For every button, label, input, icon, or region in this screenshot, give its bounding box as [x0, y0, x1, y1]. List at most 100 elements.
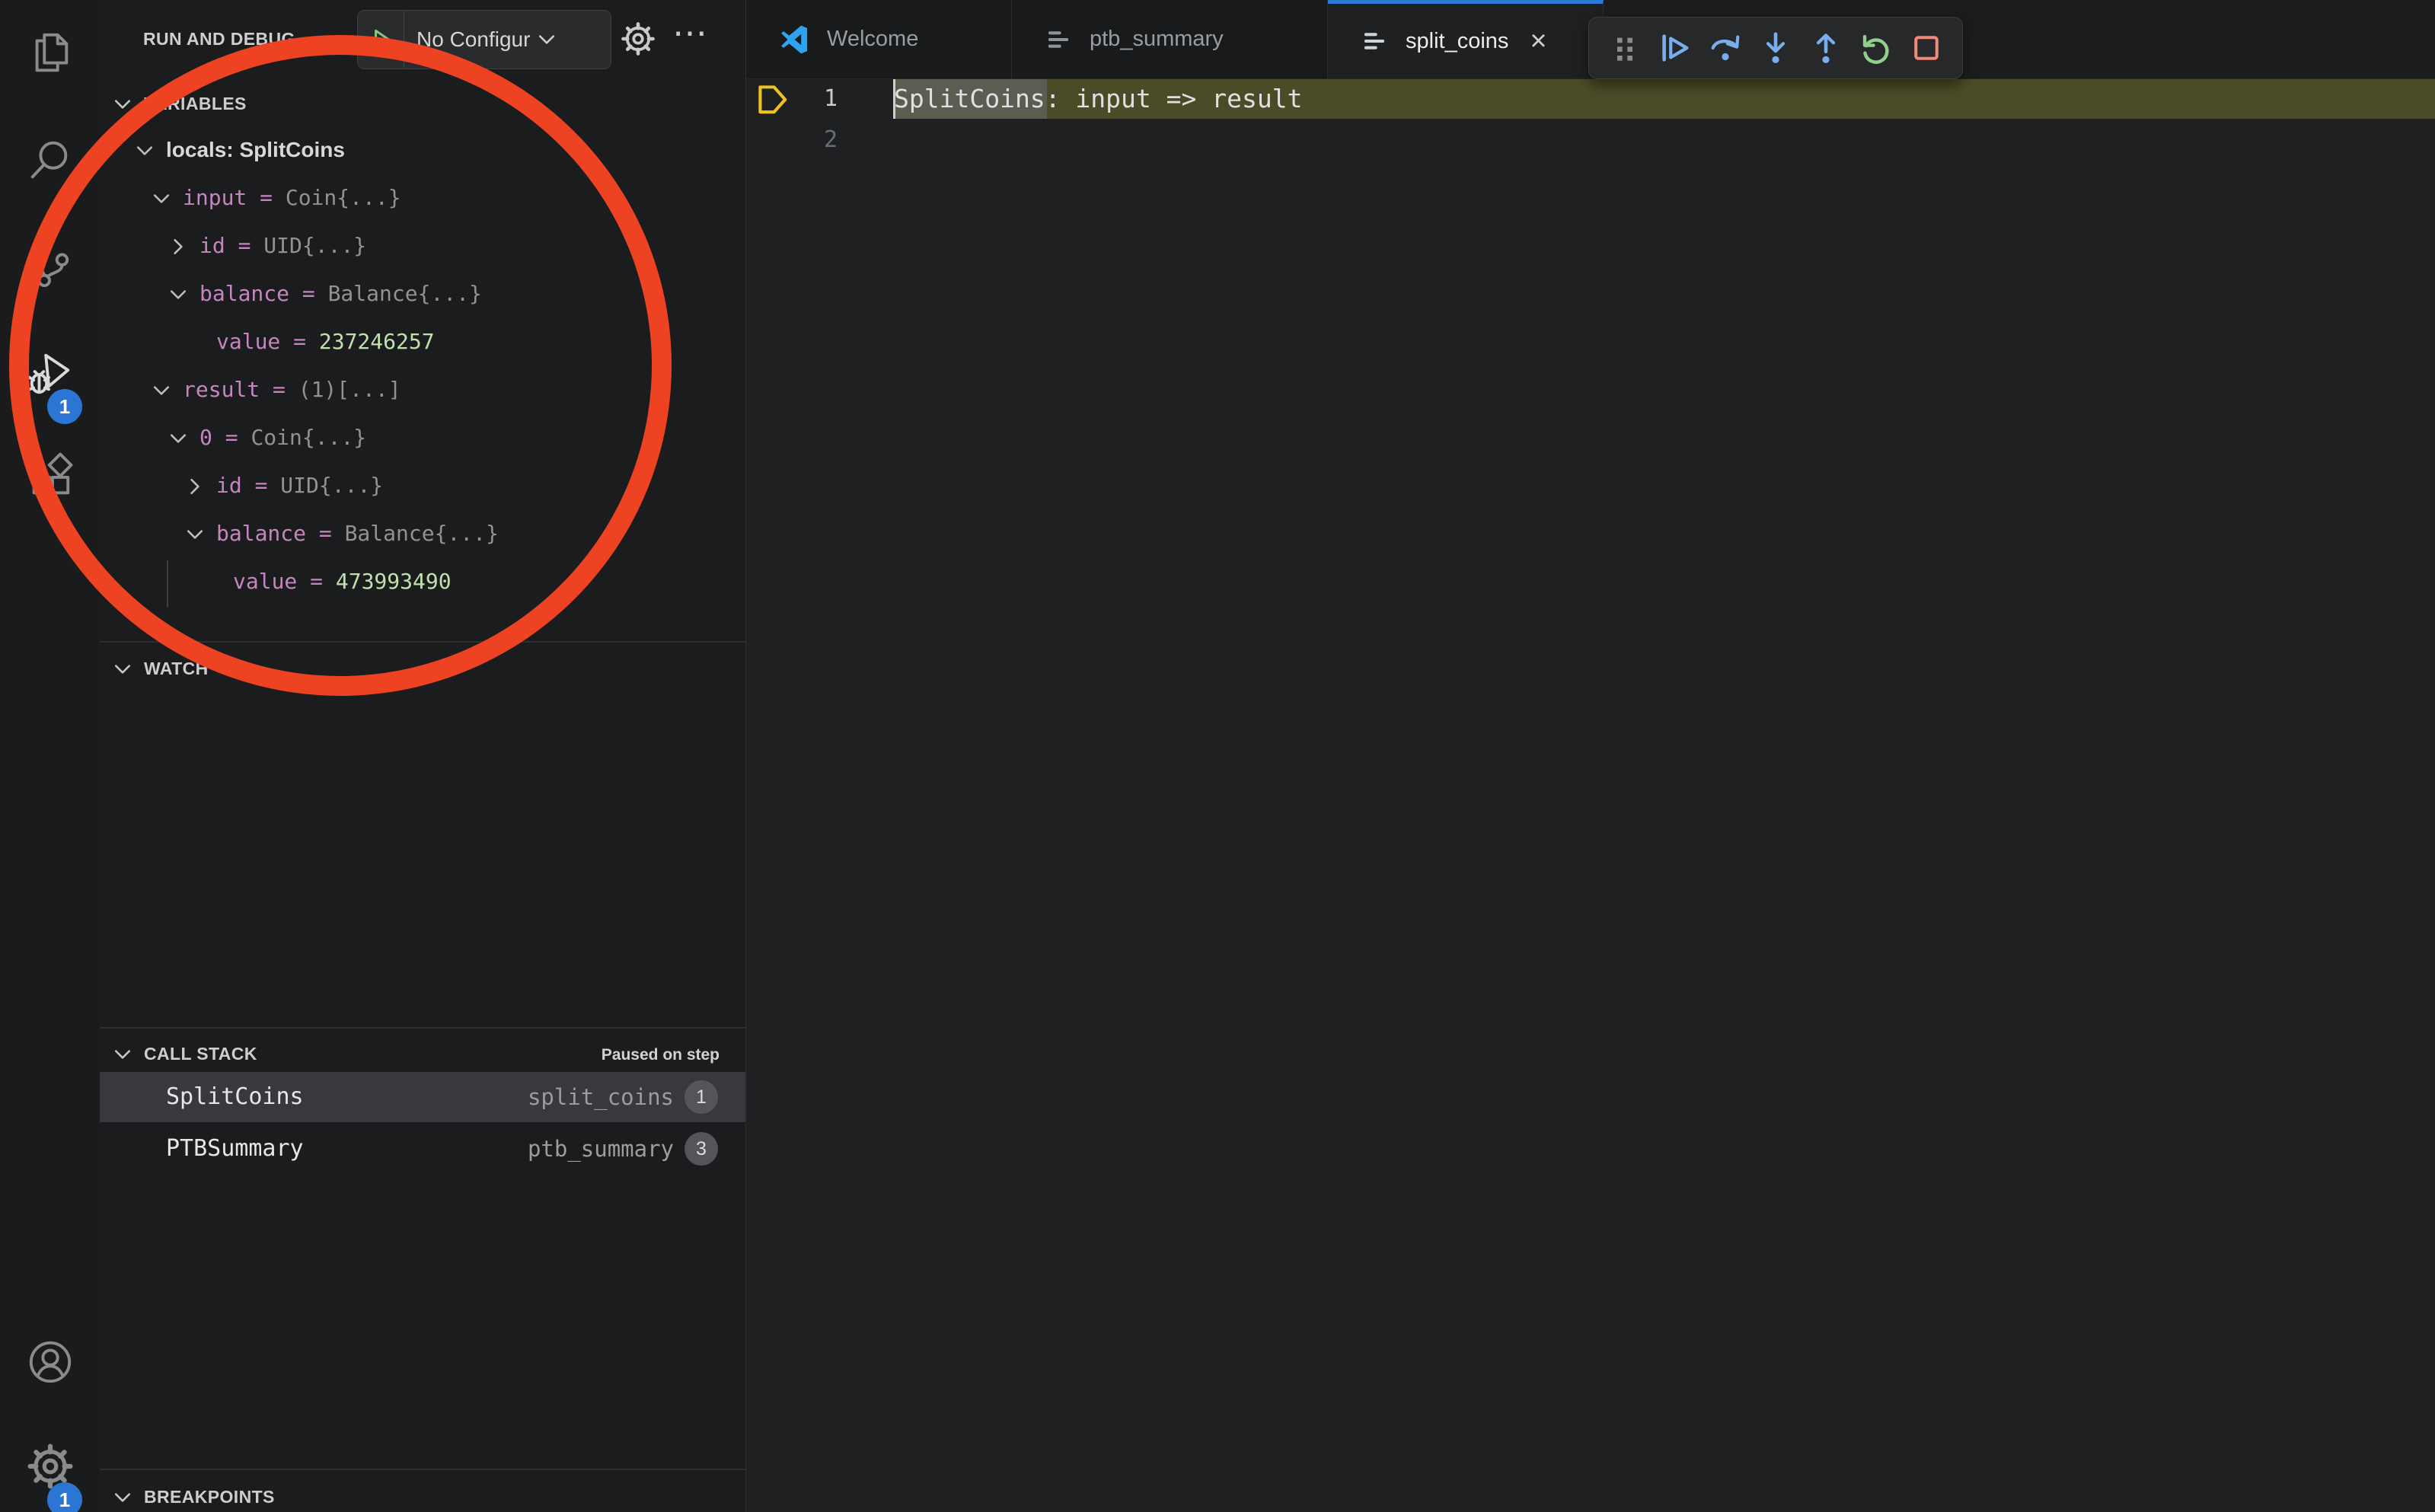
variable-row[interactable]: input = Coin{...}: [100, 174, 745, 222]
editor-line-1[interactable]: 1 SplitCoins: input => result: [746, 78, 2435, 120]
frame-name: PTBSummary: [166, 1135, 304, 1162]
source-control-icon: [27, 242, 74, 289]
config-label: No Configur: [416, 27, 530, 52]
restart-icon: [1859, 30, 1894, 65]
step-into-icon: [1758, 30, 1793, 65]
frame-name: SplitCoins: [166, 1083, 304, 1110]
section-divider: [100, 1027, 745, 1029]
variable-row[interactable]: 0 = Coin{...}: [100, 414, 745, 462]
step-out-icon: [1808, 30, 1843, 65]
section-divider: [100, 1469, 745, 1470]
variables-header-label: VARIABLES: [144, 94, 247, 114]
code-rest: : input => result: [1045, 84, 1303, 113]
ellipsis-icon[interactable]: ⋯: [672, 12, 709, 53]
variable-name: balance =: [216, 521, 345, 546]
indent-guide: [167, 560, 168, 608]
variable-row[interactable]: value = 473993490: [100, 558, 745, 606]
stop-button[interactable]: [1901, 21, 1952, 75]
variable-row[interactable]: id = UID{...}: [100, 222, 745, 270]
activitybar-accounts[interactable]: [0, 1322, 100, 1402]
restart-button[interactable]: [1851, 21, 1901, 75]
variable-value: Coin{...}: [251, 425, 366, 450]
chevron-down-icon[interactable]: [151, 380, 172, 401]
run-and-debug-sidebar: RUN AND DEBUG No Configur ⋯ VARIABLES lo…: [100, 0, 746, 1512]
activitybar-explorer[interactable]: [0, 13, 100, 92]
callstack-section-header[interactable]: CALL STACK Paused on step: [100, 1034, 745, 1077]
variable-row[interactable]: result = (1)[...]: [100, 366, 745, 414]
activitybar-extensions[interactable]: [0, 435, 100, 515]
variable-row[interactable]: locals: SplitCoins: [100, 126, 745, 174]
breakpoints-section-header[interactable]: BREAKPOINTS: [100, 1477, 745, 1512]
variables-section-header[interactable]: VARIABLES: [100, 84, 745, 126]
variable-value: Balance{...}: [345, 521, 499, 546]
chevron-down-icon: [112, 94, 133, 115]
chevron-right-icon[interactable]: [184, 476, 206, 497]
run-and-debug-badge: 1: [47, 389, 82, 424]
variable-value: 237246257: [319, 329, 435, 354]
chevron-down-icon[interactable]: [134, 140, 155, 161]
chevron-down-icon[interactable]: [168, 284, 189, 305]
variable-value: UID{...}: [280, 473, 383, 498]
variable-value: Coin{...}: [286, 185, 401, 210]
editor-line-2[interactable]: 2: [746, 120, 2435, 161]
tab-label: split_coins: [1406, 29, 1508, 54]
settings-badge: 1: [47, 1482, 82, 1512]
variable-name: 0 =: [199, 425, 251, 450]
section-divider: [100, 641, 745, 643]
activitybar-search[interactable]: [0, 120, 100, 199]
sidebar-title: RUN AND DEBUG: [143, 29, 295, 49]
editor-group: Welcome ptb_summary split_coins × 1 SplitCo…: [746, 0, 2435, 1512]
variable-row[interactable]: id = UID{...}: [100, 462, 745, 510]
tab-welcome[interactable]: Welcome: [746, 0, 1012, 78]
variable-row[interactable]: balance = Balance{...}: [100, 510, 745, 558]
tab-split-coins[interactable]: split_coins ×: [1328, 0, 1604, 78]
activitybar-source-control[interactable]: [0, 226, 100, 305]
tab-ptb-summary[interactable]: ptb_summary: [1012, 0, 1328, 78]
variable-name: balance =: [199, 281, 328, 306]
variable-row[interactable]: value = 237246257: [100, 318, 745, 366]
step-out-button[interactable]: [1801, 21, 1851, 75]
vscode-logo-icon: [778, 24, 810, 56]
step-into-button[interactable]: [1750, 21, 1801, 75]
variable-name: input =: [183, 185, 286, 210]
debug-config-dropdown[interactable]: No Configur: [357, 10, 611, 69]
watch-header-label: WATCH: [144, 659, 209, 679]
chevron-down-icon: [112, 659, 133, 680]
continue-button[interactable]: [1650, 21, 1700, 75]
variable-name: value =: [216, 329, 319, 354]
pause-status: Paused on step: [602, 1046, 720, 1064]
chevron-down-icon[interactable]: [151, 188, 172, 209]
activity-bar: 11: [0, 0, 101, 1512]
close-icon[interactable]: ×: [1530, 27, 1546, 56]
variable-name: id =: [199, 233, 263, 258]
variable-row[interactable]: balance = Balance{...}: [100, 270, 745, 318]
callstack-frame[interactable]: PTBSummaryptb_summary3: [100, 1124, 745, 1174]
code-text[interactable]: SplitCoins: input => result: [894, 78, 1302, 120]
extensions-icon: [27, 451, 74, 499]
gripper-icon: [1610, 33, 1640, 63]
debug-toolbar: [1588, 17, 1963, 79]
variable-value: Balance{...}: [328, 281, 482, 306]
files-icon: [27, 29, 74, 76]
chevron-down-icon: [112, 1044, 133, 1065]
gear-icon[interactable]: [621, 21, 656, 56]
toolbar-drag-handle[interactable]: [1600, 21, 1650, 75]
search-icon: [27, 136, 74, 183]
callstack-header-label: CALL STACK: [144, 1044, 257, 1064]
callstack-frame[interactable]: SplitCoinssplit_coins1: [100, 1072, 745, 1122]
variable-value: 473993490: [336, 569, 452, 594]
chevron-right-icon[interactable]: [168, 236, 189, 257]
tab-label: ptb_summary: [1090, 27, 1224, 52]
watch-section-header[interactable]: WATCH: [100, 649, 745, 691]
chevron-down-icon[interactable]: [184, 524, 206, 545]
variable-value: UID{...}: [263, 233, 366, 258]
variable-value: (1)[...]: [298, 377, 401, 402]
stop-icon: [1910, 31, 1943, 65]
account-icon: [27, 1338, 74, 1386]
step-over-button[interactable]: [1700, 21, 1750, 75]
frame-file: split_coins: [528, 1084, 674, 1110]
variable-name: id =: [216, 473, 280, 498]
chevron-down-icon[interactable]: [168, 428, 189, 449]
list-icon: [1360, 27, 1389, 56]
start-debug-icon[interactable]: [369, 27, 394, 53]
